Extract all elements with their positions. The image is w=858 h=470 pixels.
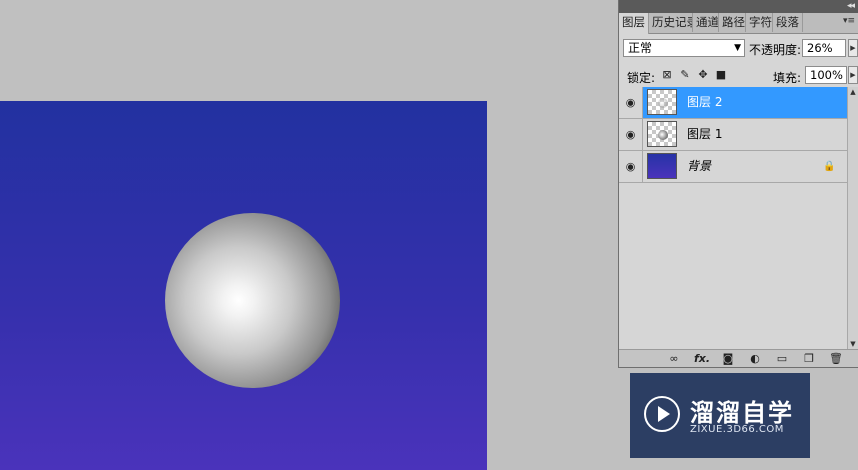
lock-icon: 🔒: [823, 161, 836, 172]
document-canvas[interactable]: [0, 101, 487, 470]
trash-icon[interactable]: 🗑: [829, 352, 843, 365]
sphere-thumbnail: [658, 130, 668, 140]
collapse-panel-icon[interactable]: ◂◂: [847, 0, 855, 13]
link-icon[interactable]: ∞: [667, 352, 681, 365]
opacity-slider-button[interactable]: ▶: [848, 39, 858, 57]
layer-thumbnail: [647, 153, 677, 179]
fill-slider-button[interactable]: ▶: [848, 66, 858, 84]
lock-pixels-icon[interactable]: ✎: [679, 69, 691, 81]
folder-icon[interactable]: ▭: [775, 352, 789, 365]
layers-list: ◉ 图层 2 ◉ 图层 1 ◉ 背景 🔒: [619, 87, 847, 349]
play-icon: [658, 406, 670, 422]
lock-all-icon[interactable]: ■: [715, 69, 727, 81]
eye-icon[interactable]: ◉: [619, 151, 643, 182]
watermark-title: 溜溜自学: [690, 399, 794, 427]
layers-bottom-toolbar: ∞ fx. ◙ ◐ ▭ ❐ 🗑: [619, 349, 858, 367]
chevron-down-icon: ▼: [734, 43, 741, 53]
panel-tabs: 图层 历史记录 通道 路径 字符 段落 ▾≡: [619, 13, 858, 34]
layer-row-1[interactable]: ◉ 图层 1: [619, 119, 847, 151]
tab-paragraph[interactable]: 段落: [773, 13, 803, 32]
layer-thumbnail: [647, 121, 677, 147]
layers-panel: ◂◂ 图层 历史记录 通道 路径 字符 段落 ▾≡ 正常 ▼ 不透明度: 26%…: [618, 0, 858, 368]
mask-icon[interactable]: ◙: [721, 352, 735, 365]
layer-name[interactable]: 图层 1: [687, 119, 722, 150]
blend-mode-select[interactable]: 正常 ▼: [623, 39, 745, 57]
scroll-up-icon[interactable]: ▲: [848, 87, 858, 97]
fx-icon[interactable]: fx.: [694, 352, 710, 365]
blend-mode-value: 正常: [628, 41, 653, 55]
tab-layers[interactable]: 图层: [619, 13, 649, 34]
watermark-url: ZIXUE.3D66.COM: [690, 424, 784, 435]
tab-channels[interactable]: 通道: [693, 13, 719, 32]
layer-name[interactable]: 图层 2: [687, 87, 722, 118]
lock-transparency-icon[interactable]: ⊠: [661, 69, 673, 81]
eye-icon[interactable]: ◉: [619, 119, 643, 150]
layer-thumbnail: [647, 89, 677, 115]
panel-menu-icon[interactable]: ▾≡: [843, 16, 855, 26]
scroll-down-icon[interactable]: ▼: [848, 339, 858, 349]
layer-row-2[interactable]: ◉ 图层 2: [619, 87, 847, 119]
lock-position-icon[interactable]: ✥: [697, 69, 709, 81]
tab-paths[interactable]: 路径: [719, 13, 746, 32]
adjustment-icon[interactable]: ◐: [748, 352, 762, 365]
opacity-label: 不透明度:: [749, 43, 802, 57]
fill-label: 填充:: [773, 71, 802, 85]
watermark-logo: 溜溜自学 ZIXUE.3D66.COM: [630, 373, 810, 458]
blend-opacity-row: 正常 ▼ 不透明度: 26% ▶: [619, 34, 858, 61]
layers-scrollbar[interactable]: ▲ ▼: [847, 87, 858, 349]
panel-title-bar: ◂◂: [619, 0, 858, 13]
fill-input[interactable]: 100%: [805, 66, 847, 84]
play-logo-icon: [644, 396, 680, 432]
sphere-graphic: [165, 213, 340, 388]
opacity-input[interactable]: 26%: [802, 39, 846, 57]
eye-icon[interactable]: ◉: [619, 87, 643, 118]
new-layer-icon[interactable]: ❐: [802, 352, 816, 365]
layer-row-background[interactable]: ◉ 背景 🔒: [619, 151, 847, 183]
tab-character[interactable]: 字符: [746, 13, 773, 32]
tab-history[interactable]: 历史记录: [649, 13, 693, 32]
sphere-thumbnail: [658, 98, 668, 108]
layer-name[interactable]: 背景: [687, 151, 711, 182]
lock-label: 锁定:: [627, 71, 656, 85]
